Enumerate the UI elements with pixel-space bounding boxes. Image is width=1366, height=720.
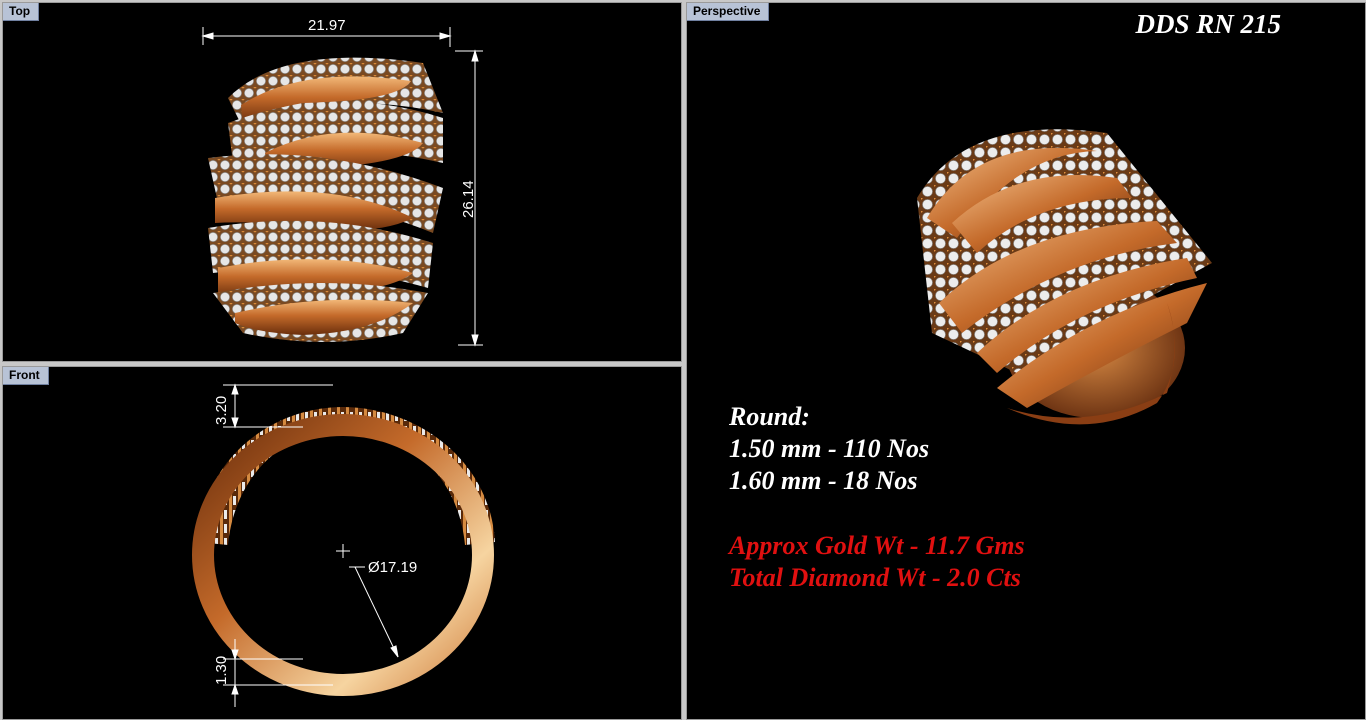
front-viewport-label[interactable]: Front — [3, 367, 49, 385]
diamond-weight: Total Diamond Wt - 2.0 Cts — [729, 563, 1021, 592]
top-viewport-label[interactable]: Top — [3, 3, 40, 21]
front-view-drawing: 3.20 Ø17.19 1.30 — [192, 383, 495, 707]
spec-line-2: 1.60 mm - 18 Nos — [729, 466, 918, 495]
width-dimension-label: 21.97 — [308, 17, 346, 34]
bottom-thickness-label: 1.30 — [213, 656, 230, 685]
perspective-viewport-label[interactable]: Perspective — [687, 3, 770, 21]
diameter-label: Ø17.19 — [368, 559, 417, 576]
top-viewport[interactable]: Top 21.97 26.14 — [2, 2, 682, 362]
spec-heading: Round: — [729, 402, 810, 431]
height-dimension-label: 26.14 — [460, 180, 477, 218]
front-viewport[interactable]: Front 3.20 Ø17.19 1.30 — [2, 366, 682, 720]
ring-perspective-render — [917, 129, 1212, 425]
center-mark — [336, 544, 350, 558]
top-thickness-label: 3.20 — [213, 396, 230, 425]
gold-weight: Approx Gold Wt - 11.7 Gms — [729, 531, 1025, 560]
diameter-dimension — [349, 566, 399, 658]
spec-line-1: 1.50 mm - 110 Nos — [729, 434, 930, 463]
top-view-drawing: 21.97 26.14 — [201, 17, 483, 347]
perspective-viewport[interactable]: Perspective DDS RN 215 Round: 1.50 mm - … — [686, 2, 1366, 720]
ring-top-render — [208, 57, 443, 342]
ring-front-render — [192, 407, 495, 696]
perspective-drawing — [917, 129, 1212, 425]
